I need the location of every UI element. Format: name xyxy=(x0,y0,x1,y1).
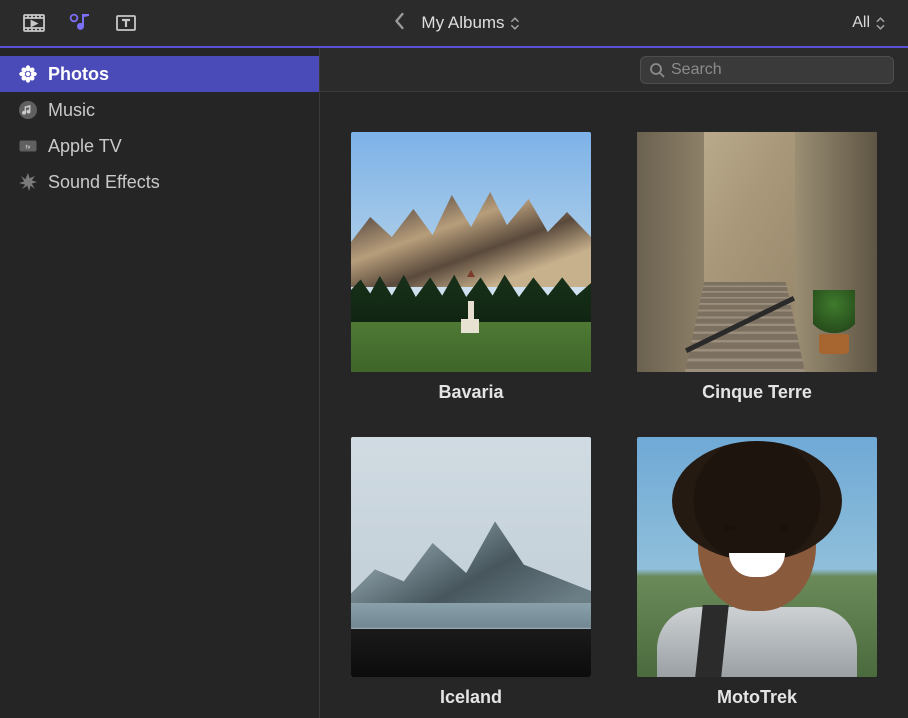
svg-text:tv: tv xyxy=(26,144,32,150)
music-note-icon xyxy=(18,100,38,120)
albums-grid: Bavaria Cinque Terre Iceland xyxy=(320,92,908,718)
search-icon xyxy=(649,62,665,78)
album-label: Cinque Terre xyxy=(702,382,812,403)
sidebar-item-label: Photos xyxy=(48,64,109,85)
source-sidebar: Photos Music tv Apple TV Sound Effects xyxy=(0,48,320,718)
album-item[interactable]: Iceland xyxy=(351,437,591,708)
titles-library-icon[interactable] xyxy=(112,10,140,36)
apple-tv-icon: tv xyxy=(18,136,38,156)
search-field[interactable] xyxy=(640,56,894,84)
breadcrumb-title: My Albums xyxy=(421,13,504,33)
sidebar-item-label: Music xyxy=(48,100,95,121)
album-item[interactable]: Cinque Terre xyxy=(637,132,877,403)
chevron-updown-icon xyxy=(876,15,886,31)
album-thumbnail xyxy=(637,132,877,372)
sidebar-item-photos[interactable]: Photos xyxy=(0,56,319,92)
album-label: Bavaria xyxy=(438,382,503,403)
media-library-icon[interactable] xyxy=(66,10,94,36)
album-thumbnail xyxy=(351,437,591,677)
filter-label: All xyxy=(852,14,870,32)
album-item[interactable]: MotoTrek xyxy=(637,437,877,708)
photos-flower-icon xyxy=(18,64,38,84)
sound-burst-icon xyxy=(18,172,38,192)
toolbar-mode-switcher xyxy=(0,10,320,36)
search-input[interactable] xyxy=(671,61,885,79)
sidebar-item-apple-tv[interactable]: tv Apple TV xyxy=(0,128,319,164)
album-thumbnail xyxy=(351,132,591,372)
breadcrumb-popup[interactable]: My Albums xyxy=(421,13,520,33)
sidebar-item-music[interactable]: Music xyxy=(0,92,319,128)
album-label: MotoTrek xyxy=(717,687,797,708)
search-row xyxy=(320,48,908,92)
album-item[interactable]: Bavaria xyxy=(351,132,591,403)
sidebar-item-sound-effects[interactable]: Sound Effects xyxy=(0,164,319,200)
back-button[interactable] xyxy=(387,6,411,40)
chevron-updown-icon xyxy=(511,15,521,31)
content-pane: Bavaria Cinque Terre Iceland xyxy=(320,48,908,718)
album-label: Iceland xyxy=(440,687,502,708)
filter-popup[interactable]: All xyxy=(852,14,886,32)
album-thumbnail xyxy=(637,437,877,677)
breadcrumb: My Albums xyxy=(387,6,520,40)
toolbar: My Albums All xyxy=(0,0,908,48)
sidebar-item-label: Apple TV xyxy=(48,136,122,157)
clips-library-icon[interactable] xyxy=(20,10,48,36)
sidebar-item-label: Sound Effects xyxy=(48,172,160,193)
media-browser-window: My Albums All xyxy=(0,0,908,718)
